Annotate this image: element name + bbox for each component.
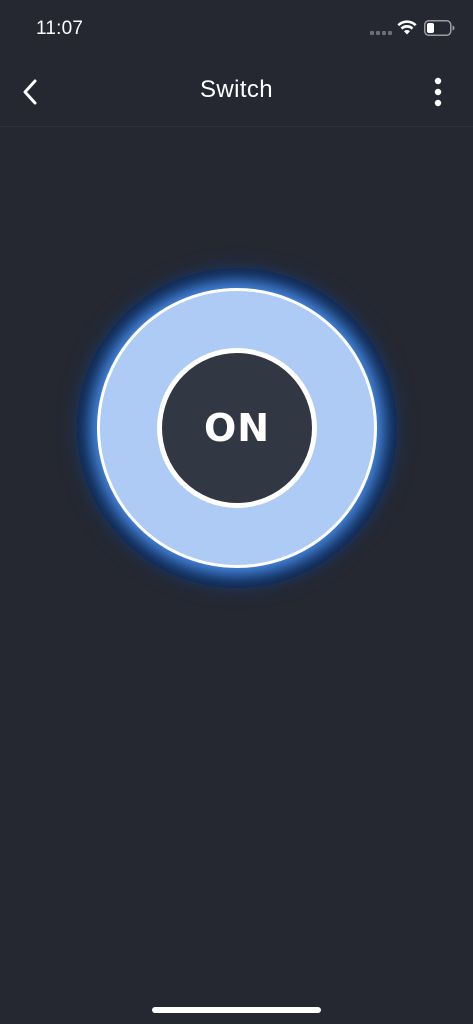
battery-icon <box>424 20 455 36</box>
status-time: 11:07 <box>36 18 84 39</box>
home-indicator[interactable] <box>152 1007 321 1013</box>
cellular-signal-icon <box>370 31 392 35</box>
switch-state-label: ON <box>203 406 271 450</box>
more-vertical-icon <box>434 77 442 107</box>
navigation-bar: Switch <box>0 56 473 127</box>
page-title: Switch <box>199 76 274 103</box>
power-toggle-button[interactable]: ON <box>157 348 317 508</box>
status-bar: 11:07 <box>0 0 473 56</box>
more-options-button[interactable] <box>422 74 454 110</box>
wifi-icon <box>397 20 417 35</box>
switch-screen: 11:07 Switch ON <box>0 0 473 1024</box>
switch-control: ON <box>77 268 397 588</box>
